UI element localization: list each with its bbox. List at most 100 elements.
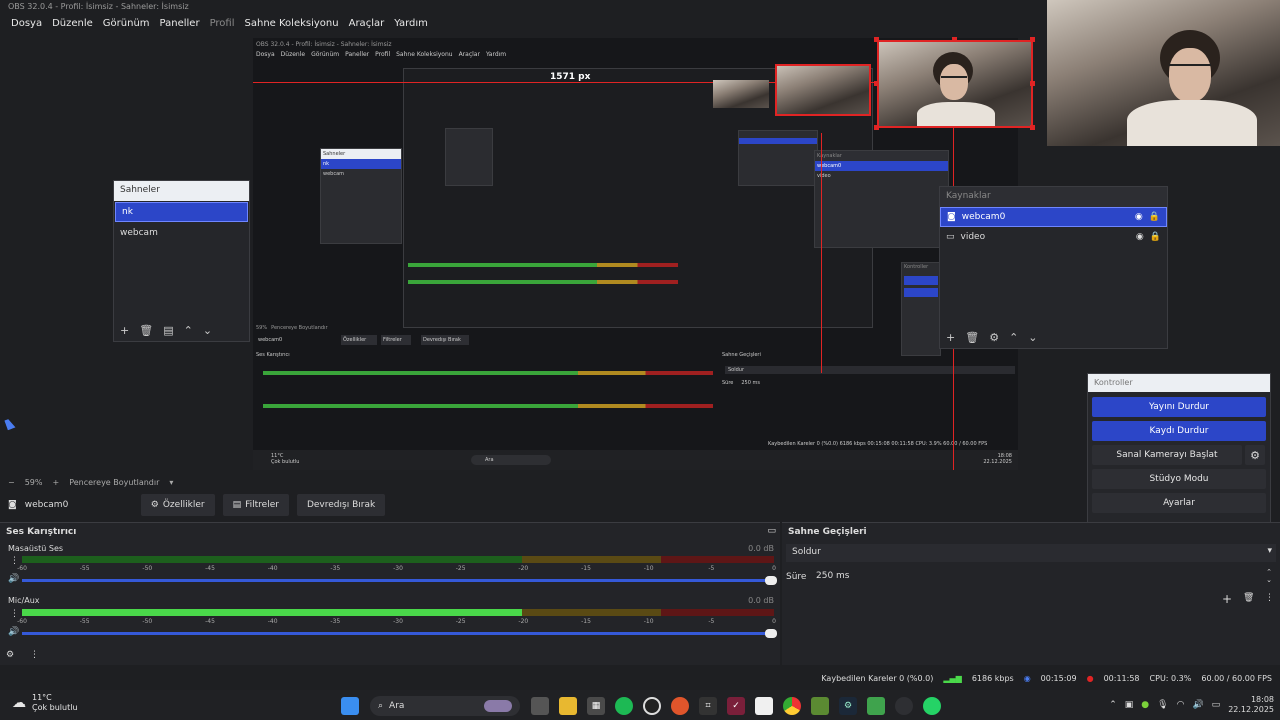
menu-tools[interactable]: Araçlar (344, 16, 390, 34)
inner-scenes-panel-2 (445, 128, 493, 186)
whatsapp-icon[interactable] (923, 697, 941, 715)
menu-file[interactable]: Dosya (6, 16, 47, 34)
visibility-eye-icon[interactable]: ◉ (1135, 212, 1143, 222)
zoom-out-icon[interactable]: − (8, 478, 15, 487)
move-up-icon[interactable]: ⌃ (1009, 331, 1018, 344)
duration-label: Süre (786, 572, 807, 582)
menu-profile[interactable]: Profil (205, 16, 240, 34)
mixer-menu-icon[interactable]: ⋮ (30, 650, 39, 660)
mic-volume-slider[interactable] (22, 629, 777, 638)
add-transition-icon[interactable]: + (1222, 592, 1232, 606)
resize-handle-top[interactable] (952, 37, 957, 42)
resize-handle-left[interactable] (874, 81, 879, 86)
deactivate-button[interactable]: Devredışı Bırak (296, 494, 386, 516)
launcher-icon[interactable] (867, 697, 885, 715)
resize-handle-right[interactable] (1030, 81, 1035, 86)
speaker-icon[interactable]: 🔊 (8, 574, 19, 584)
remove-scene-icon[interactable]: 🗑 (139, 324, 153, 337)
lock-icon[interactable]: 🔒 (1149, 212, 1160, 222)
add-source-icon[interactable]: + (946, 331, 955, 344)
resize-handle-bl[interactable] (874, 125, 879, 130)
chrome-icon[interactable] (783, 697, 801, 715)
firefox-icon[interactable] (671, 697, 689, 715)
sources-toolbar: + 🗑 ⚙ ⌃ ⌄ (946, 331, 1038, 344)
inner-zoom-bar: 59% Pencereye Boyutlandır (256, 325, 328, 331)
desktop-ticks: -60 -55 -50 -45 -40 -35 -30 -25 -20 -15 -10 -5 0 (17, 565, 776, 573)
speaker-icon[interactable]: 🔊 (8, 627, 19, 637)
slider-knob[interactable] (765, 576, 777, 585)
clock-time: 18:08 (1250, 695, 1274, 704)
remove-source-icon[interactable]: 🗑 (965, 331, 979, 344)
menu-scene-collection[interactable]: Sahne Koleksiyonu (240, 16, 344, 34)
visibility-eye-icon[interactable]: ◉ (1136, 232, 1144, 242)
store-icon[interactable]: ▦ (587, 697, 605, 715)
virtual-camera-settings-icon[interactable]: ⚙ (1245, 445, 1265, 465)
chevron-down-icon[interactable]: ▾ (169, 478, 173, 487)
menu-docks[interactable]: Paneller (155, 16, 205, 34)
bitrate: 6186 kbps (971, 673, 1014, 683)
stop-recording-button[interactable]: Kaydı Durdur (1092, 421, 1266, 441)
filter-scene-icon[interactable]: ▤ (163, 324, 173, 337)
weather-widget[interactable]: ☁ 11°C Çok bulutlu (12, 693, 78, 713)
tray-app-icon[interactable]: ▣ (1125, 700, 1134, 710)
desktop-volume-slider[interactable] (22, 576, 777, 585)
volume-icon[interactable]: 🔊 (1192, 700, 1203, 710)
chevron-down-icon: ▾ (1267, 546, 1272, 556)
selection-box[interactable] (877, 40, 1033, 128)
move-up-icon[interactable]: ⌃ (184, 324, 193, 337)
scene-item-nk[interactable]: nk (115, 202, 248, 222)
add-scene-icon[interactable]: + (120, 324, 129, 337)
camera-icon: ◙ (947, 212, 956, 222)
battery-icon[interactable]: ▭ (1212, 700, 1221, 710)
slider-knob[interactable] (765, 629, 777, 638)
task-view-icon[interactable] (531, 697, 549, 715)
filters-button[interactable]: ▤ Filtreler (222, 494, 289, 516)
menu-view[interactable]: Görünüm (98, 16, 155, 34)
obs-icon[interactable] (643, 697, 661, 715)
transition-menu-icon[interactable]: ⋮ (1265, 593, 1274, 603)
clock-date: 22.12.2025 (1228, 705, 1274, 714)
properties-button[interactable]: ⚙ Özellikler (140, 494, 215, 516)
stepper-icon[interactable]: ⌃ ⌄ (1266, 568, 1272, 584)
menu-help[interactable]: Yardım (389, 16, 433, 34)
microphone-icon[interactable]: 🎙 (1157, 700, 1168, 710)
tick-label: -15 (581, 565, 591, 572)
resize-handle-tl[interactable] (874, 37, 879, 42)
capcut-icon[interactable]: ⌗ (699, 697, 717, 715)
network-icon[interactable]: ◠ (1177, 700, 1185, 710)
steam-icon[interactable]: ⚙ (839, 697, 857, 715)
tray-overflow-icon[interactable]: ⌃ (1109, 700, 1117, 710)
dock-float-icon[interactable]: ▭ (767, 526, 776, 536)
record-time: 00:11:58 (1103, 673, 1140, 683)
source-item-webcam[interactable]: ◙ webcam0 ◉ 🔒 (940, 207, 1167, 227)
file-explorer-icon[interactable] (559, 697, 577, 715)
scene-item-webcam[interactable]: webcam (114, 223, 249, 243)
live-person-face (1169, 48, 1211, 102)
duration-input[interactable]: 250 ms ⌃ ⌄ (812, 568, 1276, 586)
move-down-icon[interactable]: ⌄ (203, 324, 212, 337)
inner-menu-file: Dosya (256, 51, 275, 58)
stop-streaming-button[interactable]: Yayını Durdur (1092, 397, 1266, 417)
spotify-icon[interactable] (615, 697, 633, 715)
move-down-icon[interactable]: ⌄ (1028, 331, 1037, 344)
remove-transition-icon[interactable]: 🗑 (1243, 593, 1254, 603)
taskbar-clock[interactable]: 18:08 22.12.2025 (1228, 695, 1274, 715)
fit-to-window-select[interactable]: Pencereye Boyutlandır (69, 478, 159, 487)
zoom-in-icon[interactable]: + (52, 478, 59, 487)
editor-icon[interactable]: ✓ (727, 697, 745, 715)
tray-green-icon[interactable]: ● (1141, 700, 1149, 710)
lock-icon[interactable]: 🔒 (1150, 232, 1161, 242)
start-virtual-camera-button[interactable]: Sanal Kamerayı Başlat (1092, 445, 1242, 465)
source-item-video[interactable]: ▭ video ◉ 🔒 (940, 227, 1167, 247)
advanced-audio-icon[interactable]: ⚙ (6, 650, 14, 660)
minecraft-icon[interactable] (811, 697, 829, 715)
resize-handle-tr[interactable] (1030, 37, 1035, 42)
windows-start-icon[interactable] (341, 697, 359, 715)
obs-active-icon[interactable] (895, 697, 913, 715)
notepad-icon[interactable] (755, 697, 773, 715)
source-settings-icon[interactable]: ⚙ (989, 331, 999, 344)
menu-edit[interactable]: Düzenle (47, 16, 98, 34)
taskbar-search[interactable]: ⌕ Ara (370, 696, 520, 716)
transition-select[interactable]: Soldur ▾ (786, 544, 1276, 562)
resize-handle-br[interactable] (1030, 125, 1035, 130)
